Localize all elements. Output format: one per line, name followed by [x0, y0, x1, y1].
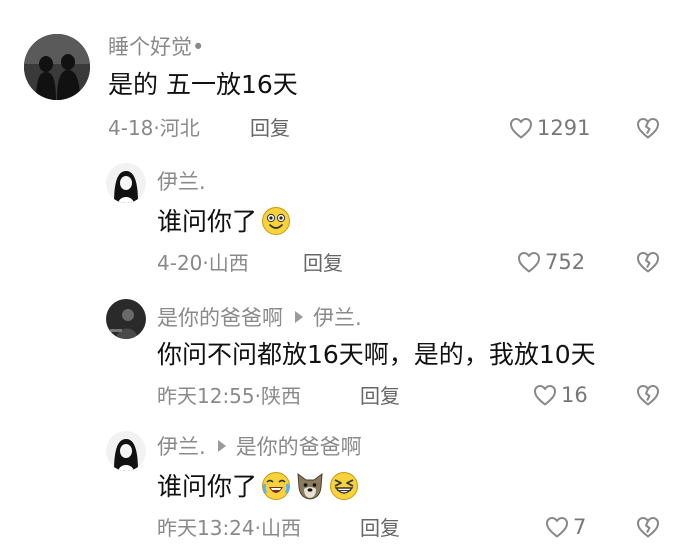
broken-heart-icon [636, 516, 660, 538]
comment-text-body: 是的 五一放16天 [108, 70, 298, 99]
username[interactable]: 伊兰. 是你的爸爸啊 [157, 437, 362, 458]
reply-button[interactable]: 回复 [303, 253, 343, 273]
avatar[interactable] [106, 299, 146, 339]
username-text: 伊兰. [157, 435, 206, 459]
avatar-image [106, 431, 146, 471]
comment-text: 你问不问都放16天啊，是的，我放10天 [157, 342, 596, 367]
reply-button[interactable]: 回复 [360, 386, 400, 406]
comment-meta: 4-18·河北 [108, 116, 200, 140]
comment-item: 伊兰. 是你的爸爸啊 谁问你了 昨天13:24·山西 回复 7 [0, 420, 690, 560]
heart-icon [517, 251, 541, 273]
like-button[interactable]: 752 [517, 251, 585, 273]
avatar-image [106, 299, 146, 339]
like-count: 752 [545, 249, 586, 274]
comment-item: 是你的爸爸啊 伊兰. 你问不问都放16天啊，是的，我放10天 昨天12:55·陕西… [0, 290, 690, 420]
comment-meta: 4-20·山西 [157, 251, 249, 275]
dislike-button[interactable] [636, 117, 660, 139]
broken-heart-icon [636, 117, 660, 139]
dislike-button[interactable] [636, 516, 660, 538]
comment-meta: 昨天12:55·陕西 [157, 384, 301, 408]
grinning-face-icon [261, 206, 291, 236]
heart-icon [533, 384, 557, 406]
dog-face-icon [295, 471, 325, 501]
reply-target-username[interactable]: 伊兰. [313, 306, 362, 330]
comment-item: 伊兰. 谁问你了 4-20·山西 回复 752 [0, 150, 690, 290]
avatar[interactable] [24, 34, 90, 100]
comment-text-body: 谁问你了 [157, 471, 258, 501]
crying-laugh-icon [261, 471, 291, 501]
like-button[interactable]: 1291 [509, 117, 590, 139]
avatar[interactable] [106, 431, 146, 471]
comment-text: 谁问你了 [157, 206, 291, 236]
comment-meta: 昨天13:24·山西 [157, 516, 301, 540]
dislike-button[interactable] [636, 251, 660, 273]
reply-target-username[interactable]: 是你的爸爸啊 [236, 435, 362, 459]
squinting-laugh-icon [329, 471, 359, 501]
username[interactable]: 睡个好觉• [108, 37, 204, 58]
username-text: 是你的爸爸啊 [157, 306, 283, 330]
comment-text-body: 谁问你了 [157, 206, 258, 236]
reply-arrow-icon [295, 311, 303, 323]
username[interactable]: 是你的爸爸啊 伊兰. [157, 308, 362, 329]
comment-item: 睡个好觉• 是的 五一放16天 4-18·河北 回复 1291 [0, 0, 690, 150]
comment-text-body: 你问不问都放16天啊，是的，我放10天 [157, 340, 596, 369]
like-count: 16 [561, 382, 588, 407]
broken-heart-icon [636, 251, 660, 273]
like-count: 1291 [537, 115, 591, 140]
username[interactable]: 伊兰. [157, 172, 206, 193]
reply-arrow-icon [217, 440, 226, 452]
comment-text: 是的 五一放16天 [108, 72, 298, 97]
heart-icon [545, 516, 569, 538]
like-button[interactable]: 16 [533, 384, 588, 406]
avatar[interactable] [106, 163, 146, 203]
heart-icon [509, 117, 533, 139]
reply-button[interactable]: 回复 [360, 518, 400, 538]
comment-text: 谁问你了 [157, 471, 359, 501]
broken-heart-icon [636, 384, 660, 406]
reply-button[interactable]: 回复 [250, 118, 290, 138]
like-count: 7 [573, 514, 587, 539]
avatar-image [24, 34, 90, 100]
dislike-button[interactable] [636, 384, 660, 406]
avatar-image [106, 163, 146, 203]
like-button[interactable]: 7 [545, 516, 586, 538]
